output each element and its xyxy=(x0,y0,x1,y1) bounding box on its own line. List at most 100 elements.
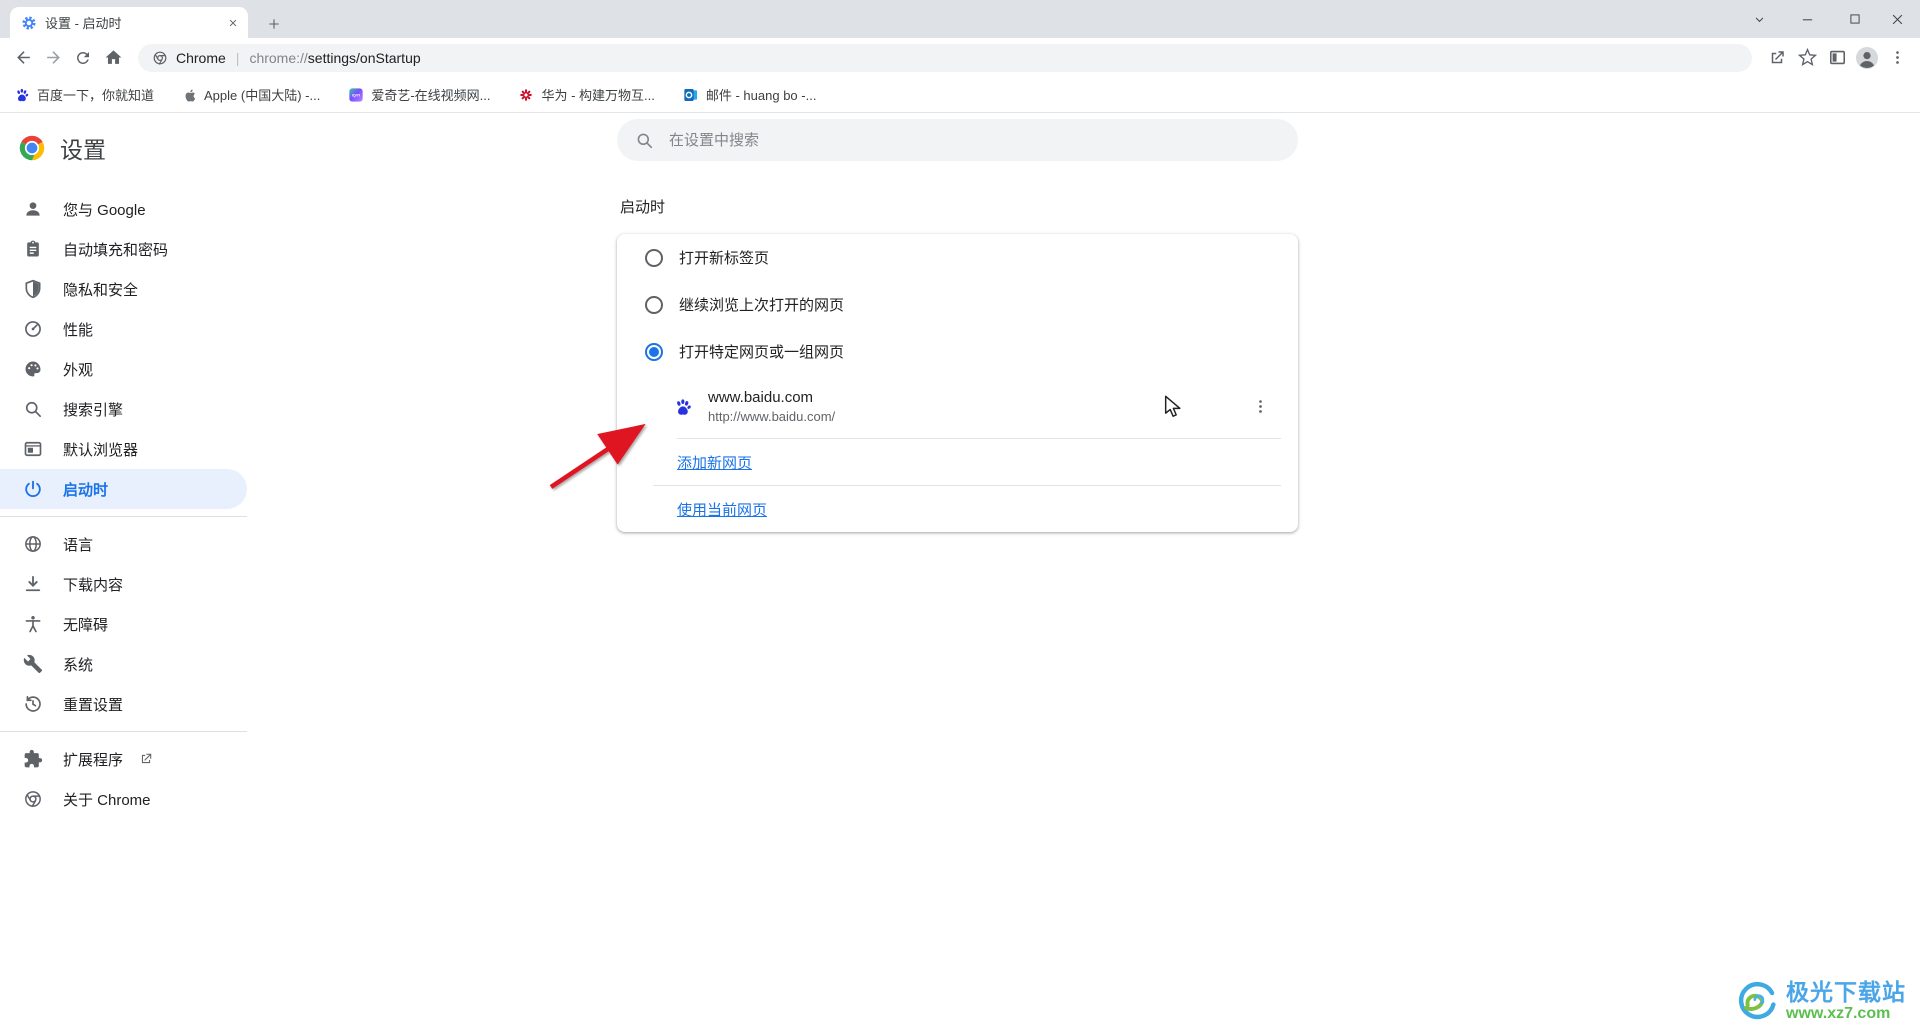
bookmark-iqiyi[interactable]: iQIYI 爱奇艺-在线视频网... xyxy=(348,85,490,104)
profile-avatar[interactable] xyxy=(1852,43,1882,73)
sidebar-item-label: 下载内容 xyxy=(63,574,123,595)
sidebar-item-privacy[interactable]: 隐私和安全 xyxy=(0,269,247,309)
window-minimize-button[interactable] xyxy=(1792,0,1822,38)
sidebar-item-label: 性能 xyxy=(63,319,93,340)
window-maximize-button[interactable] xyxy=(1840,0,1870,38)
use-current-pages-row: 使用当前网页 xyxy=(617,486,1298,532)
sidebar-item-extensions[interactable]: 扩展程序 xyxy=(0,739,247,779)
sidebar-item-appearance[interactable]: 外观 xyxy=(0,349,247,389)
search-icon xyxy=(23,399,43,419)
side-panel-icon[interactable] xyxy=(1822,43,1852,73)
search-icon xyxy=(635,131,654,150)
home-button[interactable] xyxy=(98,43,128,73)
bookmark-label: 爱奇艺-在线视频网... xyxy=(371,85,490,104)
url-scheme: chrome:// xyxy=(249,50,307,66)
settings-search-bar[interactable] xyxy=(617,119,1298,161)
on-startup-card: 打开新标签页 继续浏览上次打开的网页 打开特定网页或一组网页 www.baidu… xyxy=(617,234,1298,532)
settings-sidebar: 设置 您与 Google 自动填充和密码 隐私和安全 性能 外观 xyxy=(0,113,247,1031)
sidebar-item-about-chrome[interactable]: 关于 Chrome xyxy=(0,779,247,819)
person-icon xyxy=(23,199,43,219)
sidebar-item-label: 语言 xyxy=(63,534,93,555)
speedometer-icon xyxy=(23,319,43,339)
tab-close-icon[interactable] xyxy=(224,14,242,32)
toolbar: Chrome | chrome:// settings/onStartup xyxy=(0,38,1920,77)
browser-menu-kebab-icon[interactable] xyxy=(1882,43,1912,73)
sidebar-item-languages[interactable]: 语言 xyxy=(0,524,247,564)
sidebar-item-label: 自动填充和密码 xyxy=(63,239,168,260)
reload-button[interactable] xyxy=(68,43,98,73)
tab-search-chevron-icon[interactable] xyxy=(1744,0,1774,38)
palette-icon xyxy=(23,359,43,379)
option-open-new-tab[interactable]: 打开新标签页 xyxy=(617,234,1298,281)
bookmark-baidu[interactable]: 百度一下，你就知道 xyxy=(14,85,154,104)
sidebar-item-label: 您与 Google xyxy=(63,199,146,220)
radio-unselected-icon[interactable] xyxy=(645,249,663,267)
bookmark-apple[interactable]: Apple (中国大陆) -... xyxy=(182,85,320,104)
sidebar-item-system[interactable]: 系统 xyxy=(0,644,247,684)
watermark-title: 极光下载站 xyxy=(1786,980,1906,1005)
browser-tab[interactable]: 设置 - 启动时 xyxy=(10,7,248,38)
site-name: www.baidu.com xyxy=(708,388,835,408)
option-open-specific-pages[interactable]: 打开特定网页或一组网页 xyxy=(617,328,1298,375)
chrome-outline-icon xyxy=(23,789,43,809)
bookmark-outlook[interactable]: 邮件 - huang bo -... xyxy=(683,85,817,104)
sidebar-item-downloads[interactable]: 下载内容 xyxy=(0,564,247,604)
url-separator: | xyxy=(236,50,240,66)
sidebar-item-label: 无障碍 xyxy=(63,614,108,635)
share-icon[interactable] xyxy=(1762,43,1792,73)
sidebar-divider xyxy=(0,516,247,517)
sidebar-item-accessibility[interactable]: 无障碍 xyxy=(0,604,247,644)
chrome-glyph-icon xyxy=(152,50,168,66)
url-site-label: Chrome xyxy=(176,50,226,66)
site-more-actions-kebab-icon[interactable] xyxy=(1242,389,1278,425)
apple-icon xyxy=(182,87,197,102)
sidebar-item-you-and-google[interactable]: 您与 Google xyxy=(0,189,247,229)
settings-search-input[interactable] xyxy=(667,131,1280,150)
sidebar-item-label: 系统 xyxy=(63,654,93,675)
startup-site-row[interactable]: www.baidu.com http://www.baidu.com/ xyxy=(617,375,1298,438)
browser-window-icon xyxy=(23,439,43,459)
shield-icon xyxy=(23,279,43,299)
sidebar-item-performance[interactable]: 性能 xyxy=(0,309,247,349)
huawei-icon xyxy=(518,87,534,103)
sidebar-item-label: 启动时 xyxy=(63,479,108,500)
radio-unselected-icon[interactable] xyxy=(645,296,663,314)
settings-main: 启动时 打开新标签页 继续浏览上次打开的网页 打开特定网页或一组网页 xyxy=(617,113,1298,532)
sidebar-item-autofill[interactable]: 自动填充和密码 xyxy=(0,229,247,269)
bookmarks-bar: 百度一下，你就知道 Apple (中国大陆) -... iQIYI 爱奇艺-在线… xyxy=(0,77,1920,113)
add-new-page-link[interactable]: 添加新网页 xyxy=(677,452,752,473)
sidebar-item-label: 关于 Chrome xyxy=(63,789,151,810)
option-label: 继续浏览上次打开的网页 xyxy=(679,294,844,315)
bookmark-label: 邮件 - huang bo -... xyxy=(706,85,817,104)
wrench-icon xyxy=(23,654,43,674)
option-continue-previous[interactable]: 继续浏览上次打开的网页 xyxy=(617,281,1298,328)
puzzle-icon xyxy=(23,749,43,769)
chrome-logo-icon xyxy=(18,134,46,162)
back-button[interactable] xyxy=(8,43,38,73)
download-icon xyxy=(23,574,43,594)
sidebar-item-label: 隐私和安全 xyxy=(63,279,138,300)
forward-button[interactable] xyxy=(38,43,68,73)
globe-icon xyxy=(23,534,43,554)
sidebar-item-search-engine[interactable]: 搜索引擎 xyxy=(0,389,247,429)
bookmark-huawei[interactable]: 华为 - 构建万物互... xyxy=(518,85,654,104)
baidu-paw-icon xyxy=(673,397,693,417)
option-label: 打开新标签页 xyxy=(679,247,769,268)
bookmark-label: Apple (中国大陆) -... xyxy=(204,85,320,104)
sidebar-item-on-startup[interactable]: 启动时 xyxy=(0,469,247,509)
new-tab-button[interactable] xyxy=(260,10,287,37)
address-bar[interactable]: Chrome | chrome:// settings/onStartup xyxy=(138,44,1752,72)
sidebar-item-label: 扩展程序 xyxy=(63,749,123,770)
radio-selected-icon[interactable] xyxy=(645,343,663,361)
use-current-pages-link[interactable]: 使用当前网页 xyxy=(677,499,767,520)
watermark-swirl-logo xyxy=(1734,977,1780,1025)
bookmark-label: 华为 - 构建万物互... xyxy=(541,85,654,104)
window-close-button[interactable] xyxy=(1882,0,1912,38)
url-path: settings/onStartup xyxy=(308,50,421,66)
sidebar-item-reset[interactable]: 重置设置 xyxy=(0,684,247,724)
bookmark-star-icon[interactable] xyxy=(1792,43,1822,73)
sidebar-item-default-browser[interactable]: 默认浏览器 xyxy=(0,429,247,469)
tab-title: 设置 - 启动时 xyxy=(45,13,224,32)
sidebar-item-label: 外观 xyxy=(63,359,93,380)
section-title: 启动时 xyxy=(620,196,1298,217)
